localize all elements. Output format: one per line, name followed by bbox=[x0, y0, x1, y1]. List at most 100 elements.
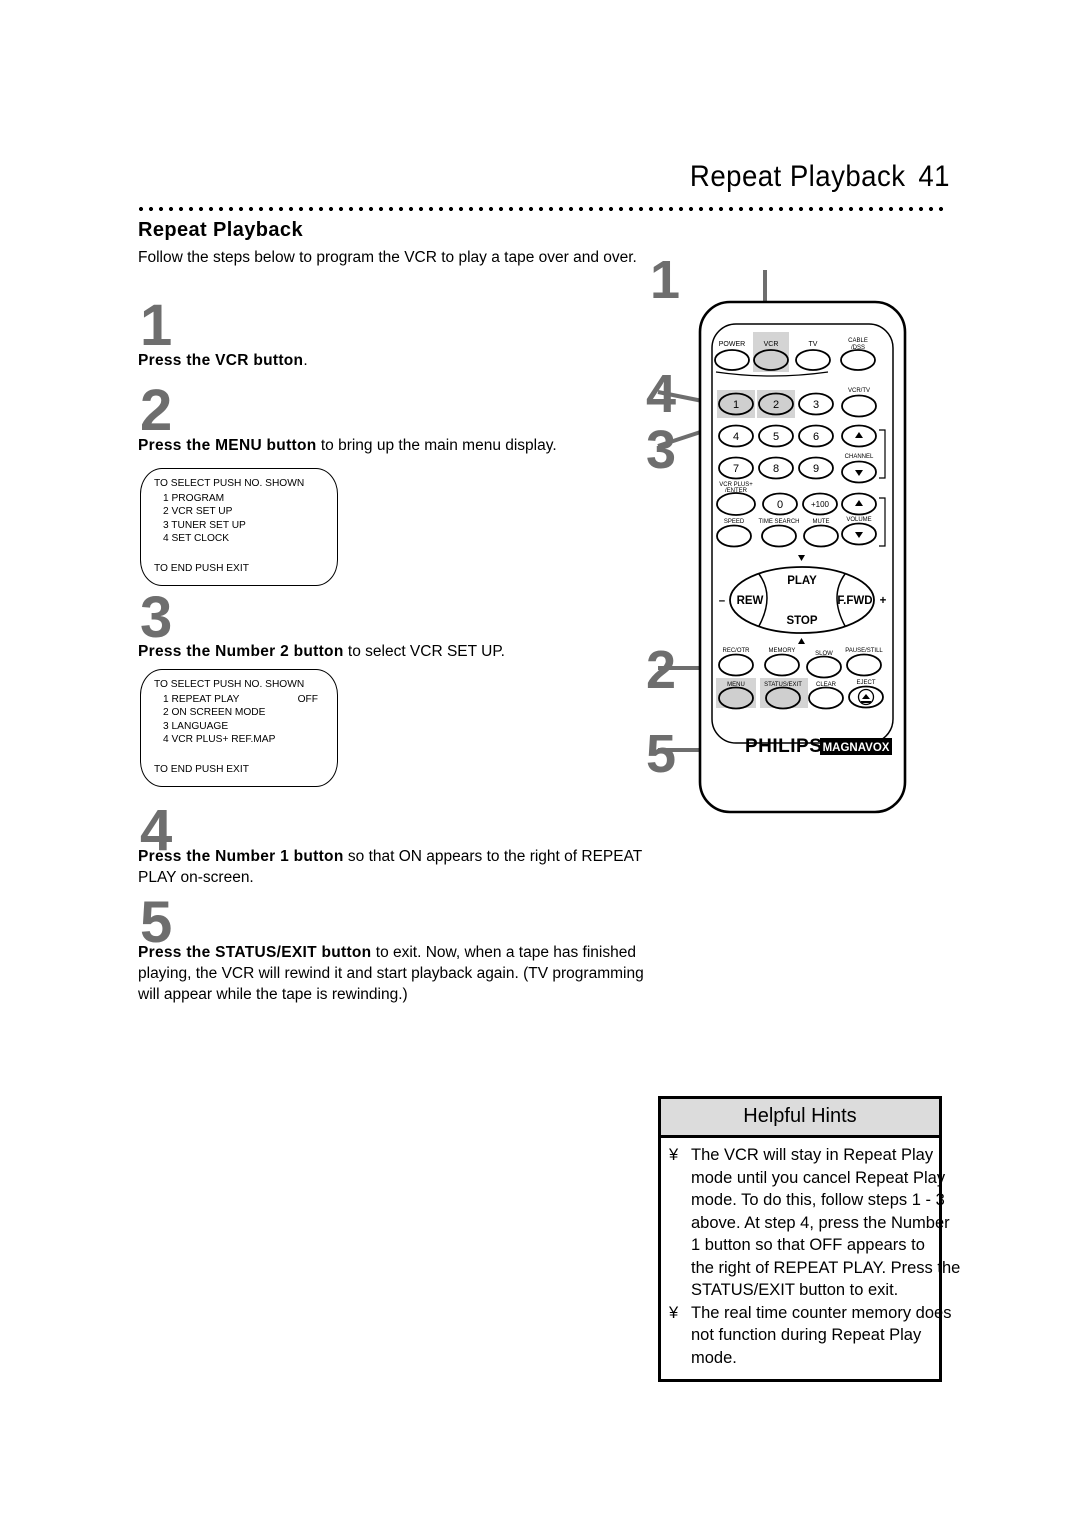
svg-text:0: 0 bbox=[777, 499, 783, 511]
svg-text:5: 5 bbox=[773, 431, 779, 443]
label-vcr: VCR bbox=[764, 341, 779, 348]
svg-text:3: 3 bbox=[813, 399, 819, 411]
hint-line: the right of REPEAT PLAY. Press the bbox=[691, 1258, 961, 1277]
rec-otr-button[interactable] bbox=[718, 653, 754, 677]
svg-text:2: 2 bbox=[773, 399, 779, 411]
vcr-plus-enter-button[interactable] bbox=[716, 492, 756, 516]
plus-label: + bbox=[880, 595, 887, 607]
label-rec-otr: REC/OTR bbox=[723, 648, 751, 654]
osd-vcr-setup-header: TO SELECT PUSH NO. SHOWN bbox=[154, 679, 305, 690]
hint-line: The VCR will stay in Repeat Play bbox=[691, 1146, 934, 1164]
step-text-2: Press the MENU button to bring up the ma… bbox=[138, 435, 668, 456]
step-text-4: Press the Number 1 button so that ON app… bbox=[138, 846, 668, 888]
power-button[interactable] bbox=[714, 349, 750, 371]
step-3-rest: to select VCR SET UP. bbox=[343, 643, 505, 660]
page-header-title: Repeat Playback bbox=[689, 160, 906, 193]
hint-line: not function during Repeat Play bbox=[691, 1326, 922, 1344]
page-number: 41 bbox=[918, 160, 950, 193]
clear-button[interactable] bbox=[808, 686, 844, 710]
osd-main-menu: TO SELECT PUSH NO. SHOWN 1 PROGRAM 2 VCR… bbox=[140, 468, 338, 587]
play-label: PLAY bbox=[787, 575, 817, 587]
status-exit-button[interactable] bbox=[765, 686, 801, 710]
cable-dss-button[interactable] bbox=[840, 349, 876, 371]
label-vcr-tv: VCR/TV bbox=[848, 388, 870, 394]
slow-button[interactable] bbox=[806, 655, 842, 679]
label-channel: CHANNEL bbox=[845, 454, 874, 460]
ffwd-label: F.FWD bbox=[837, 595, 872, 607]
osd-main-menu-header: TO SELECT PUSH NO. SHOWN bbox=[154, 478, 305, 489]
step-text-3: Press the Number 2 button to select VCR … bbox=[138, 641, 668, 662]
step-number-2: 2 bbox=[140, 378, 172, 443]
osd-vcr-setup-row-label: 1 REPEAT PLAY bbox=[163, 694, 240, 706]
remote-control-illustration: .body-out { fill:#fff; stroke:#000; stro… bbox=[640, 240, 980, 900]
hint-line: 1 button so that OFF appears to bbox=[691, 1236, 925, 1254]
section-title: Repeat Playback bbox=[138, 219, 303, 241]
vcr-tv-button[interactable] bbox=[841, 394, 877, 418]
label-cable-dss: CABLE bbox=[848, 338, 868, 344]
osd-main-menu-footer: TO END PUSH EXIT bbox=[154, 563, 249, 575]
osd-vcr-setup-row: 3 LANGUAGE bbox=[163, 720, 318, 733]
callout-2: 2 bbox=[646, 640, 676, 700]
rew-label: REW bbox=[737, 595, 764, 607]
osd-vcr-setup-row: 4 VCR PLUS+ REF.MAP bbox=[163, 733, 318, 746]
osd-vcr-setup-row-value: OFF bbox=[297, 694, 318, 706]
callout-5: 5 bbox=[646, 724, 676, 784]
mute-button[interactable] bbox=[803, 524, 839, 548]
memory-button[interactable] bbox=[764, 653, 800, 677]
menu-button[interactable] bbox=[718, 686, 754, 710]
osd-vcr-setup-items: 1 REPEAT PLAY OFF 2 ON SCREEN MODE 3 LANG… bbox=[141, 693, 337, 746]
hint-bullet-icon: ¥ bbox=[669, 1146, 679, 1164]
helpful-hints-title: Helpful Hints bbox=[661, 1099, 939, 1138]
step-text-5: Press the STATUS/EXIT button to exit. No… bbox=[138, 942, 668, 1005]
speed-button[interactable] bbox=[716, 524, 752, 548]
step-text-1: Press the VCR button. bbox=[138, 350, 668, 371]
step-5-bold: Press the STATUS/EXIT button bbox=[138, 944, 372, 961]
osd-main-menu-row: 3 TUNER SET UP bbox=[163, 519, 318, 532]
hint-line: mode. To do this, follow steps 1 - 3 bbox=[691, 1191, 945, 1209]
label-speed: SPEED bbox=[724, 519, 745, 525]
svg-text:1: 1 bbox=[733, 399, 739, 411]
osd-vcr-setup-row-label: 3 LANGUAGE bbox=[163, 720, 229, 732]
helpful-hints-body: ¥ The VCR will stay in Repeat Play mode … bbox=[661, 1138, 961, 1379]
step-4-bold: Press the Number 1 button bbox=[138, 848, 344, 865]
label-tv: TV bbox=[809, 341, 818, 348]
svg-text:7: 7 bbox=[733, 463, 739, 475]
svg-text:9: 9 bbox=[813, 463, 819, 475]
callout-4: 4 bbox=[646, 364, 676, 424]
time-search-button[interactable] bbox=[761, 524, 797, 548]
step-3-bold: Press the Number 2 button bbox=[138, 643, 344, 660]
hint-line: STATUS/EXIT button to exit. bbox=[691, 1281, 899, 1299]
minus-label: – bbox=[719, 595, 726, 607]
osd-main-menu-row: 1 PROGRAM bbox=[163, 492, 318, 505]
osd-main-menu-row-label: 4 SET CLOCK bbox=[163, 532, 230, 544]
label-mute: MUTE bbox=[813, 519, 830, 525]
osd-vcr-setup-footer: TO END PUSH EXIT bbox=[154, 764, 249, 776]
hint-item: ¥ The real time counter memory does not … bbox=[669, 1302, 952, 1370]
osd-main-menu-row-label: 1 PROGRAM bbox=[163, 493, 225, 505]
brand-philips: PHILIPS bbox=[745, 736, 822, 757]
osd-vcr-setup-row-label: 2 ON SCREEN MODE bbox=[163, 707, 266, 719]
osd-main-menu-items: 1 PROGRAM 2 VCR SET UP 3 TUNER SET UP 4 … bbox=[141, 492, 337, 545]
label-volume: VOLUME bbox=[846, 517, 871, 523]
hint-item: ¥ The VCR will stay in Repeat Play mode … bbox=[669, 1144, 961, 1302]
label-power: POWER bbox=[719, 341, 745, 348]
hint-line: mode. bbox=[691, 1348, 737, 1367]
step-number-1: 1 bbox=[140, 293, 172, 358]
svg-text:4: 4 bbox=[733, 431, 739, 443]
callout-3: 3 bbox=[646, 420, 676, 480]
svg-text:+100: +100 bbox=[811, 500, 830, 509]
step-2-rest: to bring up the main menu display. bbox=[316, 437, 557, 454]
hint-line: The real time counter memory does bbox=[691, 1303, 952, 1322]
hint-line: above. At step 4, press the Number bbox=[691, 1213, 950, 1232]
stop-label: STOP bbox=[786, 615, 817, 627]
hint-line: mode until you cancel Repeat Play bbox=[691, 1168, 946, 1187]
label-eject: EJECT bbox=[856, 680, 875, 686]
label-time-search: TIME SEARCH bbox=[758, 519, 799, 525]
tv-button[interactable] bbox=[795, 349, 831, 371]
callout-1: 1 bbox=[650, 250, 680, 310]
vcr-button[interactable] bbox=[753, 349, 789, 371]
osd-main-menu-row: 4 SET CLOCK bbox=[163, 532, 318, 545]
osd-main-menu-row-label: 2 VCR SET UP bbox=[163, 506, 233, 518]
pause-still-button[interactable] bbox=[846, 653, 882, 677]
step-number-3: 3 bbox=[140, 585, 172, 650]
